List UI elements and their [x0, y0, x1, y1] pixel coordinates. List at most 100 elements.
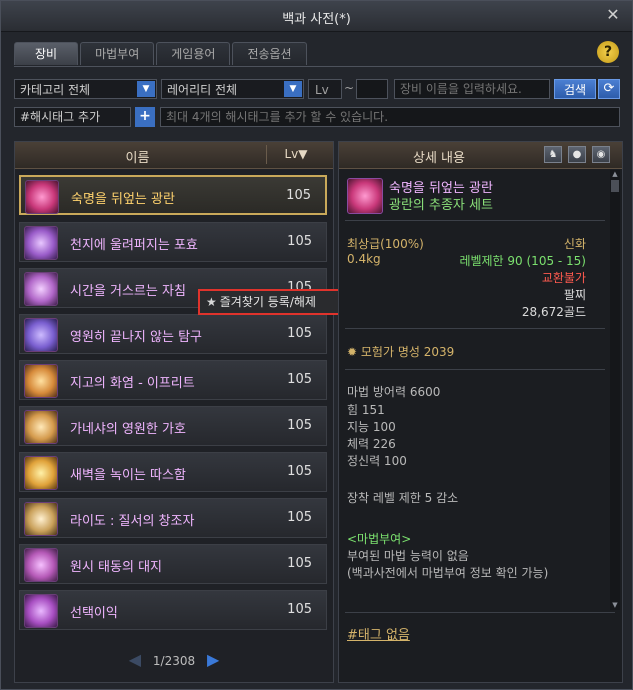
- list-item[interactable]: 지고의 화염 - 이프리트 105: [19, 360, 327, 400]
- favorite-tooltip-text: 즐겨찾기 등록/해제: [219, 295, 316, 309]
- item-name: 선택이익: [70, 606, 118, 621]
- list-item[interactable]: 영원히 끝나지 않는 탐구 105: [19, 314, 327, 354]
- detail-title: 상세 내용: [413, 151, 465, 166]
- favorite-tooltip[interactable]: ★ 즐겨찾기 등록/해제: [198, 289, 345, 315]
- scroll-up-icon[interactable]: ▲: [610, 170, 620, 179]
- list-item[interactable]: 원시 태동의 대지 105: [19, 544, 327, 584]
- tab-equipment[interactable]: 장비: [14, 42, 79, 65]
- item-icon: [24, 548, 58, 582]
- next-page-icon[interactable]: ▶: [207, 650, 219, 669]
- column-name-header[interactable]: 이름: [15, 147, 260, 166]
- hashtag-input[interactable]: [160, 107, 620, 127]
- detail-level-limit: 레벨제한 90 (105 - 15): [459, 254, 586, 268]
- item-icon: [24, 502, 58, 536]
- item-name: 시간을 거스르는 자침: [70, 284, 186, 299]
- search-button[interactable]: 검색: [554, 79, 596, 99]
- detail-scrollbar[interactable]: ▲ ▼: [610, 170, 620, 610]
- item-lv: 105: [287, 326, 312, 341]
- window-title: 백과 사전(*): [282, 12, 351, 27]
- chevron-down-icon[interactable]: ▼: [284, 81, 302, 97]
- tab-bar: 장비 마법부여 게임용어 전송옵션: [14, 42, 307, 66]
- close-icon[interactable]: ✕: [604, 6, 622, 24]
- item-icon: [24, 272, 58, 306]
- divider: [345, 369, 605, 370]
- rarity-select-value: 레어리티 전체: [167, 83, 238, 97]
- help-icon[interactable]: ?: [597, 41, 619, 63]
- item-lv: 105: [287, 234, 312, 249]
- detail-fame-text: 모험가 명성 2039: [360, 345, 455, 359]
- enchant-line: (백과사전에서 마법부여 정보 확인 가능): [347, 566, 549, 580]
- item-list-panel: 이름 Lv▼ 숙명을 뒤엎는 광란 105 천지에 울려퍼지는 포효 105 시…: [14, 141, 334, 683]
- chevron-down-icon[interactable]: ▼: [137, 81, 155, 97]
- hashtag-add-field[interactable]: #해시태그 추가: [14, 107, 131, 127]
- title-bar[interactable]: 백과 사전(*) ✕: [1, 1, 632, 32]
- detail-item-icon: [347, 178, 383, 214]
- item-name: 라이도 : 질서의 창조자: [70, 514, 195, 529]
- item-lv: 105: [287, 464, 312, 479]
- stat-line: 정신력 100: [347, 454, 407, 468]
- divider: [345, 612, 615, 613]
- eye-icon[interactable]: ◉: [592, 146, 610, 163]
- detail-weight: 0.4kg: [347, 252, 381, 266]
- tab-enchant[interactable]: 마법부여: [80, 42, 155, 65]
- rarity-select[interactable]: 레어리티 전체 ▼: [161, 79, 304, 99]
- list-item[interactable]: 선택이익 105: [19, 590, 327, 630]
- enchant-title: <마법부여>: [347, 532, 412, 546]
- item-name: 영원히 끝나지 않는 탐구: [70, 330, 202, 345]
- detail-slot: 팔찌: [563, 288, 586, 302]
- divider: [345, 328, 605, 329]
- item-lv: 105: [287, 418, 312, 433]
- item-icon: [25, 180, 59, 214]
- tab-game-terms[interactable]: 게임용어: [156, 42, 231, 65]
- item-name: 새벽을 녹이는 따스함: [70, 468, 186, 483]
- stat-line: 힘 151: [347, 403, 385, 417]
- list-header: 이름 Lv▼: [15, 142, 333, 169]
- lv-label: Lv: [308, 79, 342, 99]
- list-item[interactable]: 라이도 : 질서의 창조자 105: [19, 498, 327, 538]
- item-icon: [24, 226, 58, 260]
- star-icon: ★: [206, 295, 217, 309]
- stat-line: 지능 100: [347, 420, 396, 434]
- category-select[interactable]: 카테고리 전체 ▼: [14, 79, 157, 99]
- detail-panel: 상세 내용 ♞ ● ◉ 숙명을 뒤엎는 광란 광란의 추종자 세트 최상급(10…: [338, 141, 623, 683]
- item-icon: [24, 410, 58, 444]
- stat-line: 체력 226: [347, 437, 396, 451]
- item-name-input[interactable]: [394, 79, 550, 99]
- detail-grade: 최상급(100%): [347, 237, 424, 251]
- item-lv: 105: [287, 372, 312, 387]
- list-item[interactable]: 가네샤의 영원한 가호 105: [19, 406, 327, 446]
- divider: [345, 220, 605, 221]
- tab-divider: [14, 66, 619, 67]
- category-select-value: 카테고리 전체: [20, 83, 91, 97]
- detail-level-reduce: 장착 레벨 제한 5 감소: [347, 491, 459, 505]
- item-name: 지고의 화염 - 이프리트: [70, 376, 195, 391]
- detail-set-name[interactable]: 광란의 추종자 세트: [389, 194, 493, 213]
- list-item[interactable]: 천지에 울려퍼지는 포효 105: [19, 222, 327, 262]
- page-indicator: 1/2308: [152, 654, 196, 668]
- prev-page-icon[interactable]: ◀: [129, 650, 141, 669]
- detail-price: 28,672골드: [521, 305, 586, 319]
- scroll-down-icon[interactable]: ▼: [610, 601, 620, 610]
- item-icon: [24, 456, 58, 490]
- item-name: 원시 태동의 대지: [70, 560, 162, 575]
- detail-fame: ✹ 모험가 명성 2039: [347, 343, 454, 360]
- tab-transfer-options[interactable]: 전송옵션: [232, 42, 307, 65]
- list-item[interactable]: 숙명을 뒤엎는 광란 105: [19, 175, 327, 215]
- item-name: 가네샤의 영원한 가호: [70, 422, 186, 437]
- encyclopedia-window: 백과 사전(*) ✕ 장비 마법부여 게임용어 전송옵션 ? 카테고리 전체 ▼…: [0, 0, 633, 690]
- character-icon[interactable]: ♞: [544, 146, 562, 163]
- location-pin-icon[interactable]: ●: [568, 146, 586, 163]
- fame-icon: ✹: [347, 345, 358, 359]
- item-icon: [24, 318, 58, 352]
- item-lv: 105: [287, 556, 312, 571]
- lv-max-input[interactable]: [356, 79, 388, 99]
- column-lv-sort-header[interactable]: Lv▼: [266, 145, 325, 164]
- item-lv: 105: [287, 510, 312, 525]
- item-name: 숙명을 뒤엎는 광란: [71, 192, 175, 207]
- plus-icon[interactable]: +: [135, 107, 155, 127]
- enchant-line: 부여된 마법 능력이 없음: [347, 549, 469, 563]
- tag-none-link[interactable]: #태그 없음: [347, 624, 410, 643]
- list-item[interactable]: 새벽을 녹이는 따스함 105: [19, 452, 327, 492]
- scroll-thumb[interactable]: [611, 180, 619, 192]
- refresh-icon[interactable]: ⟳: [598, 79, 620, 99]
